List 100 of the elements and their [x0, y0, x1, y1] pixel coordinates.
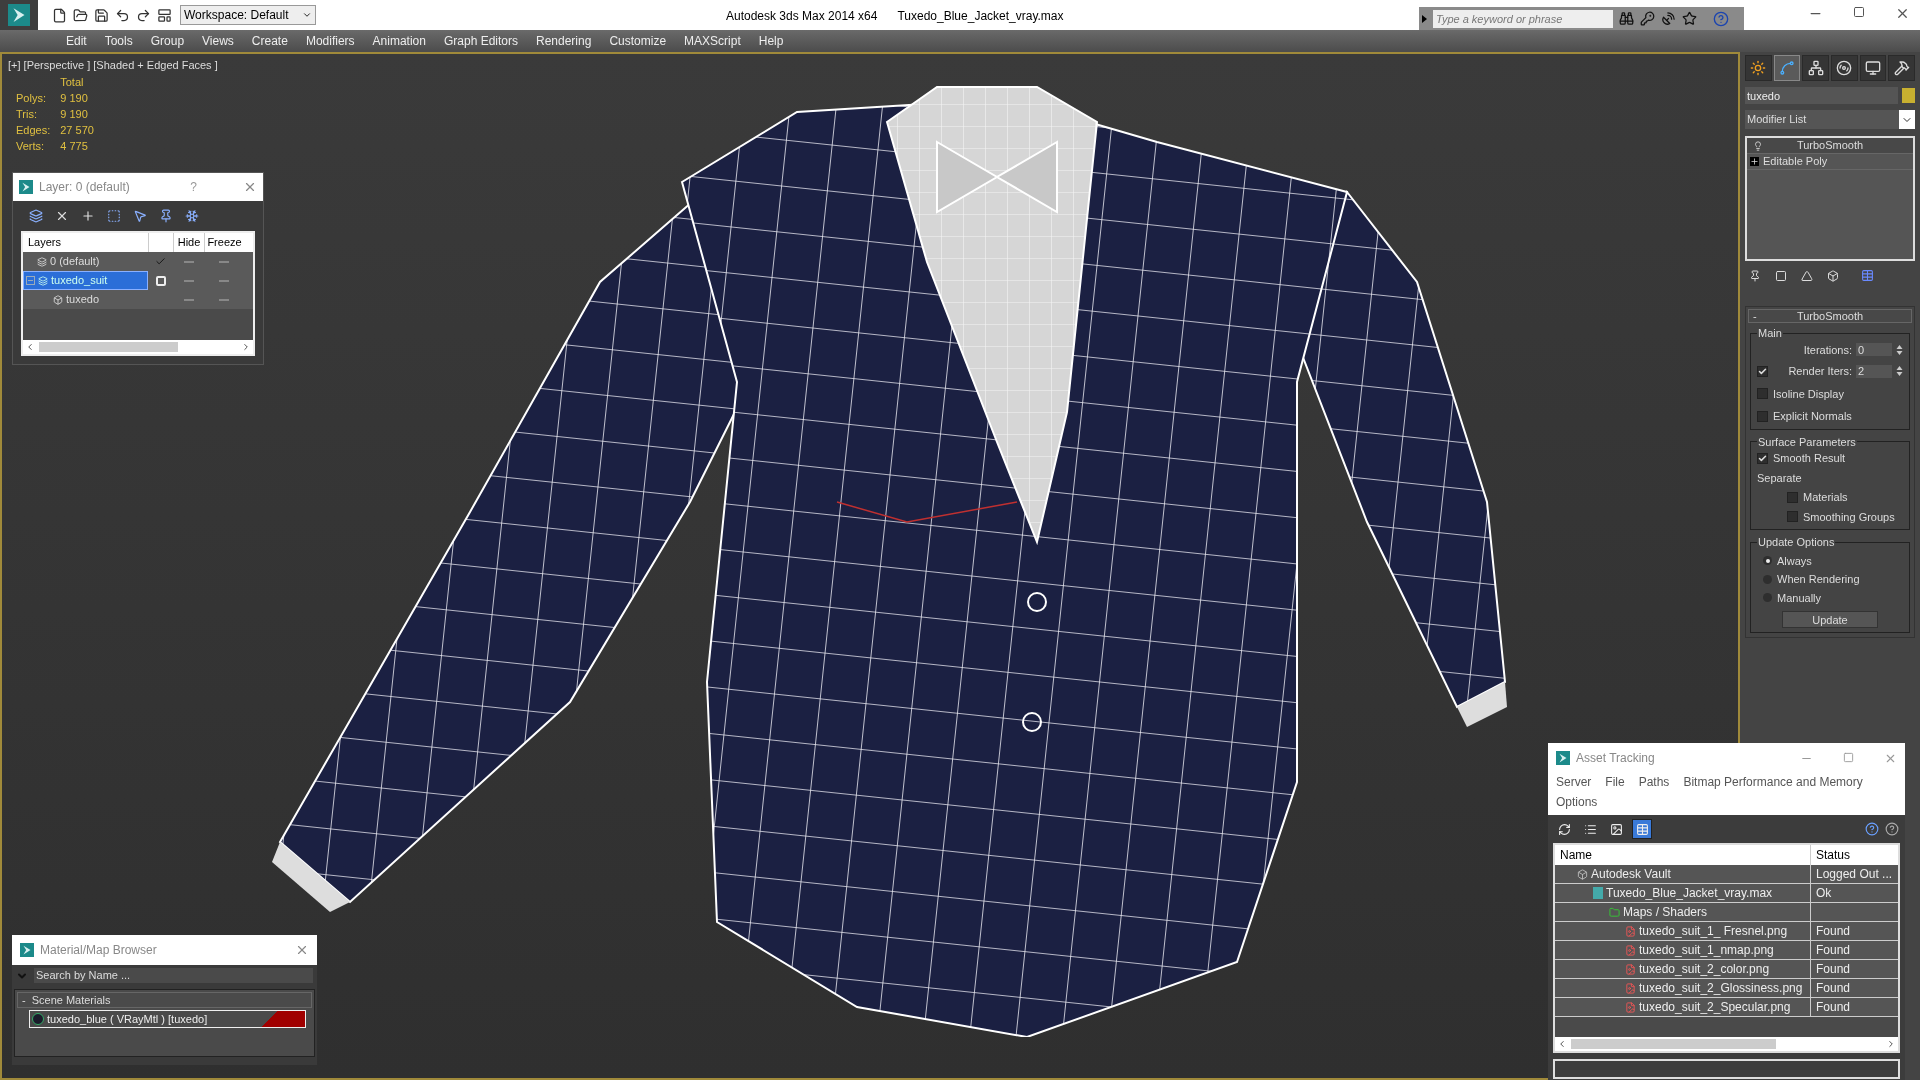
panel-tab[interactable] [1888, 55, 1916, 81]
radio-button[interactable] [1763, 556, 1772, 566]
viewport-label[interactable]: [+] [Perspective ] [Shaded + Edged Faces ] [8, 57, 218, 74]
menu-item[interactable]: Rendering [527, 32, 601, 50]
checkmark-icon[interactable] [155, 256, 166, 267]
toolbar-button[interactable] [1632, 819, 1652, 839]
menu-item[interactable]: Bitmap Performance and Memory [1683, 773, 1863, 791]
modifier-stack-item[interactable]: TurboSmooth [1747, 138, 1913, 154]
satellite-dish-icon[interactable] [1661, 11, 1676, 26]
scroll-left-icon[interactable] [1557, 1039, 1567, 1049]
scroll-right-icon[interactable] [241, 342, 251, 352]
menu-item[interactable]: Create [242, 32, 297, 50]
save-icon[interactable] [94, 7, 109, 23]
menu-item[interactable]: Tools [95, 32, 142, 50]
rollout-header[interactable]: - TurboSmooth [1748, 309, 1912, 323]
menu-item[interactable]: Options [1556, 793, 1598, 811]
hierarchy-icon [1807, 60, 1824, 76]
checkbox-label: Isoline Display [1773, 386, 1844, 402]
help-icon[interactable] [1865, 822, 1879, 836]
star-icon[interactable] [1682, 11, 1697, 26]
spinner-icon[interactable] [1896, 365, 1903, 378]
checkbox[interactable] [1757, 365, 1768, 377]
group-title: Surface Parameters [1757, 434, 1857, 450]
field-label: Iterations: [1803, 342, 1852, 358]
menu-item[interactable]: Edit [57, 32, 96, 50]
panel-tab[interactable] [1745, 55, 1772, 81]
menu-item[interactable]: Group [141, 32, 194, 50]
menu-item[interactable]: Animation [363, 32, 435, 50]
maximize-icon[interactable] [1853, 6, 1865, 18]
freeze-toggle[interactable] [219, 279, 229, 282]
configure-sets-icon[interactable] [1861, 269, 1874, 282]
object-name-field[interactable]: tuxedo [1745, 87, 1898, 104]
close-icon[interactable] [1895, 6, 1910, 21]
asset-status: Logged Out ... [1810, 865, 1898, 883]
new-file-icon[interactable] [52, 7, 67, 23]
menu-item[interactable]: Modifiers [296, 32, 364, 50]
key-icon[interactable] [1640, 11, 1655, 26]
checkbox[interactable] [1787, 511, 1798, 523]
render-iters-field[interactable]: 2 [1856, 364, 1892, 378]
checkbox[interactable] [1757, 452, 1768, 464]
collapse-toggle[interactable]: - [1753, 307, 1757, 325]
iterations-field[interactable]: 0 [1856, 343, 1892, 357]
menu-item[interactable]: Views [193, 32, 243, 50]
delete-icon[interactable] [55, 209, 69, 223]
new-layer-icon[interactable] [29, 209, 43, 223]
expand-arrow-icon[interactable] [1422, 14, 1427, 23]
menu-item[interactable]: MAXScript [675, 32, 750, 50]
scroll-left-icon[interactable] [25, 342, 35, 352]
menu-item[interactable]: Customize [600, 32, 676, 50]
hide-toggle[interactable] [183, 260, 194, 263]
update-button[interactable]: Update [1782, 611, 1878, 628]
help-icon[interactable] [1885, 822, 1899, 836]
open-folder-icon[interactable] [73, 7, 88, 23]
panel-tab[interactable] [1802, 55, 1829, 81]
menu-item[interactable]: Graph Editors [434, 32, 527, 50]
column-header: Layers [27, 235, 63, 251]
application-menu-button[interactable] [0, 0, 38, 30]
layer-row[interactable]: tuxedo_suit [23, 271, 148, 290]
spinner-icon[interactable] [1896, 343, 1903, 356]
menu-item[interactable]: Server [1556, 773, 1592, 791]
select-layer-icon[interactable] [133, 209, 147, 223]
checkbox[interactable] [1757, 388, 1768, 400]
hide-toggle[interactable] [183, 298, 194, 301]
redo-icon[interactable] [136, 7, 151, 23]
window-title: Layer: 0 (default) [39, 179, 130, 196]
horizontal-scrollbar[interactable] [23, 340, 253, 354]
checkbox[interactable] [1757, 410, 1768, 422]
asset-name: tuxedo_suit_2_Glossiness.png [1639, 980, 1803, 997]
hide-toggle[interactable] [183, 279, 194, 282]
group-header[interactable]: - Scene Materials [17, 992, 312, 1008]
freeze-toggle[interactable] [219, 298, 229, 301]
app-title: Autodesk 3ds Max 2014 x64 [726, 8, 878, 25]
workspace-dropdown[interactable]: Workspace: Default [180, 5, 316, 25]
asset-name: tuxedo_suit_2_Specular.png [1639, 999, 1791, 1016]
modifier-list-dropdown[interactable]: Modifier List [1745, 110, 1915, 129]
freeze-toggle[interactable] [219, 260, 229, 263]
modifier-stack-item[interactable]: Editable Poly [1747, 154, 1913, 170]
expand-icon[interactable] [1750, 157, 1759, 166]
binoculars-icon[interactable] [1619, 11, 1634, 26]
help-icon[interactable] [1713, 10, 1729, 27]
scroll-right-icon[interactable] [1886, 1039, 1896, 1049]
search-field[interactable]: Type a keyword or phrase [1433, 9, 1613, 28]
menu-item[interactable]: File [1605, 773, 1625, 791]
select-objects-icon[interactable] [107, 209, 121, 223]
checkbox[interactable] [1787, 491, 1798, 503]
horizontal-scrollbar[interactable] [1555, 1037, 1898, 1051]
object-color-swatch[interactable] [1902, 88, 1915, 103]
search-field[interactable]: Search by Name ... [34, 968, 313, 983]
close-icon[interactable] [295, 943, 309, 957]
panel-tab[interactable] [1831, 55, 1858, 81]
panel-tab[interactable] [1859, 55, 1887, 81]
material-item[interactable]: tuxedo_blue ( VRayMtl ) [tuxedo] [29, 1010, 306, 1028]
lightbulb-icon[interactable] [1753, 140, 1763, 151]
menu-item[interactable]: Paths [1638, 773, 1670, 791]
plus-icon[interactable] [81, 209, 95, 223]
show-end-result-icon[interactable] [1775, 269, 1787, 282]
menu-item[interactable]: Help [749, 32, 793, 50]
undo-icon[interactable] [115, 7, 130, 23]
close-icon[interactable] [243, 180, 257, 194]
pin-icon[interactable] [1749, 269, 1761, 282]
